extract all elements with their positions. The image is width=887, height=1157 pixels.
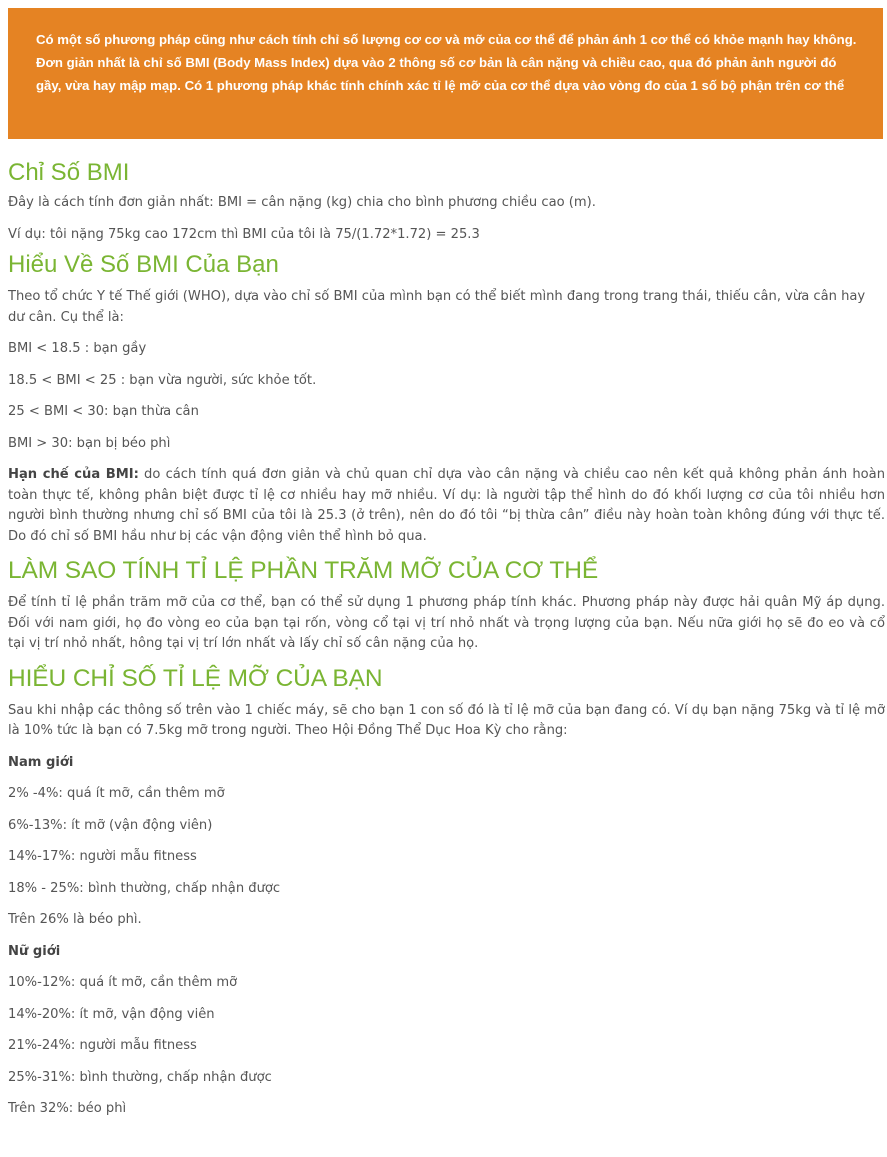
article: Có một số phương pháp cũng như cách tính… (0, 8, 887, 1120)
bmi-limitation: Hạn chế của BMI: do cách tính quá đơn gi… (8, 465, 885, 547)
men-range-item: 14%-17%: người mẫu fitness (8, 849, 197, 864)
bmi-formula: Đây là cách tính đơn giản nhất: BMI = câ… (8, 195, 596, 210)
calc-fat-heading: LÀM SAO TÍNH TỈ LỆ PHẦN TRĂM MỠ CỦA CƠ T… (8, 557, 599, 584)
intro-callout: Có một số phương pháp cũng như cách tính… (8, 8, 883, 139)
men-label-text: Nam giới (8, 754, 74, 770)
understand-fat-heading: HIỂU CHỈ SỐ TỈ LỆ MỠ CỦA BẠN (8, 664, 383, 692)
men-range-item: 18% - 25%: bình thường, chấp nhận được (8, 880, 281, 896)
men-range-item: 6%-13%: ít mỡ (vận động viên) (8, 817, 213, 833)
women-label-text: Nữ giới (8, 943, 61, 959)
understand-fat-text: Sau khi nhập các thông số trên vào 1 chi… (8, 702, 885, 739)
men-range-item: Trên 26% là béo phì. (8, 912, 142, 927)
men-label: Nam giới (8, 753, 885, 774)
bmi-limitation-text: do cách tính quá đơn giản và chủ quan ch… (8, 467, 885, 544)
men-range-item: 2% -4%: quá ít mỡ, cần thêm mỡ (8, 786, 225, 801)
bmi-heading: Chỉ Số BMI (8, 159, 130, 186)
bmi-range-item: 18.5 < BMI < 25 : bạn vừa người, sức khỏ… (8, 372, 317, 388)
women-range-item: 21%-24%: người mẫu fitness (8, 1038, 197, 1053)
women-range-item: Trên 32%: béo phì (8, 1101, 127, 1116)
women-label: Nữ giới (8, 942, 885, 963)
understand-bmi-heading: Hiểu Về Số BMI Của Bạn (8, 251, 279, 278)
women-range-item: 25%-31%: bình thường, chấp nhận được (8, 1069, 272, 1085)
bmi-range-item: BMI > 30: bạn bị béo phì (8, 435, 171, 451)
women-range-item: 14%-20%: ít mỡ, vận động viên (8, 1006, 215, 1022)
intro-text: Có một số phương pháp cũng như cách tính… (36, 32, 857, 93)
women-range-item: 10%-12%: quá ít mỡ, cần thêm mỡ (8, 975, 238, 990)
bmi-range-item: BMI < 18.5 : bạn gầy (8, 341, 147, 356)
calc-fat-text: Để tính tỉ lệ phần trăm mỡ của cơ thể, b… (8, 595, 885, 651)
bmi-range-item: 25 < BMI < 30: bạn thừa cân (8, 404, 199, 419)
bmi-example: Ví dụ: tôi nặng 75kg cao 172cm thì BMI c… (8, 226, 480, 242)
understand-bmi-intro: Theo tổ chức Y tế Thế giới (WHO), dựa và… (8, 289, 866, 325)
bmi-limitation-label: Hạn chế của BMI: (8, 467, 139, 482)
